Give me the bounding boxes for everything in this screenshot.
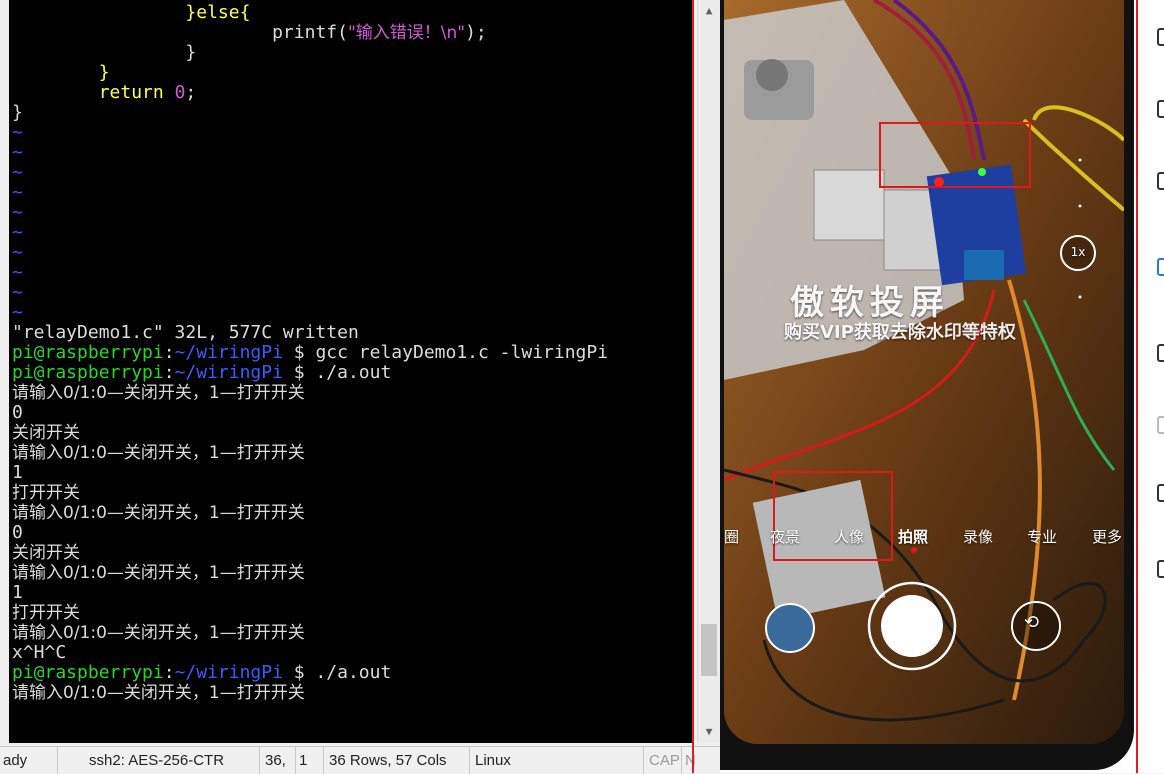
- camera-viewfinder[interactable]: 傲软投屏 购买VIP获取去除水印等特权 1x 圈 夜景 人像 拍照 录像 专业 …: [724, 0, 1124, 744]
- status-cipher: ssh2: AES-256-CTR: [86, 747, 260, 774]
- shell-prompt-line: pi@raspberrypi:~/wiringPi $ ./a.out: [12, 662, 392, 683]
- status-os: Linux: [472, 747, 644, 774]
- camera-mode-item[interactable]: 人像: [834, 526, 864, 547]
- vim-tilde-line: ~: [12, 202, 23, 223]
- program-prompt: 请输入0/1:0—关闭开关，1—打开开关: [12, 623, 305, 643]
- vim-tilde-line: ~: [12, 122, 23, 143]
- divider-line: [692, 0, 694, 773]
- vim-tilde-line: ~: [12, 162, 23, 183]
- vim-written-message: "relayDemo1.c" 32L, 577C written: [12, 322, 359, 343]
- gallery-thumbnail[interactable]: [766, 604, 814, 652]
- terminal-window[interactable]: }else{ printf("输入错误！\n"); } } return 0; …: [0, 0, 696, 743]
- shutter-button[interactable]: [872, 586, 952, 666]
- vim-tilde-line: ~: [12, 242, 23, 263]
- terminal-output: }else{ printf("输入错误！\n"); } } return 0; …: [12, 2, 692, 704]
- program-output: 关闭开关: [12, 423, 80, 443]
- camera-mode-item[interactable]: 圈: [724, 526, 739, 547]
- shell-prompt-line: pi@raspberrypi:~/wiringPi $ gcc relayDem…: [12, 342, 609, 363]
- vim-empty-lines: ~ ~ ~ ~ ~ ~ ~ ~ ~ ~: [12, 123, 692, 323]
- code-line: }else{: [185, 2, 251, 23]
- toolbar-icon[interactable]: [1157, 100, 1164, 118]
- user-input: 1: [12, 462, 23, 483]
- scroll-thumb[interactable]: [701, 623, 717, 676]
- camera-mode-item[interactable]: 录像: [963, 526, 993, 547]
- toolbar-icon[interactable]: [1157, 28, 1164, 46]
- vim-tilde-line: ~: [12, 262, 23, 283]
- toolbar-icon-active[interactable]: [1157, 258, 1164, 276]
- vim-tilde-line: ~: [12, 142, 23, 163]
- program-output: 打开开关: [12, 483, 80, 503]
- status-cursor-row: 36,: [262, 747, 296, 774]
- program-prompt: 请输入0/1:0—关闭开关，1—打开开关: [12, 503, 305, 523]
- terminal-screen[interactable]: }else{ printf("输入错误！\n"); } } return 0; …: [9, 0, 692, 743]
- status-bar: ady ssh2: AES-256-CTR 36, 1 36 Rows, 57 …: [0, 746, 720, 774]
- toolbar-icon[interactable]: [1157, 344, 1164, 362]
- vim-tilde-line: ~: [12, 282, 23, 303]
- phone-mirror-window: 傲软投屏 购买VIP获取去除水印等特权 1x 圈 夜景 人像 拍照 录像 专业 …: [720, 0, 1164, 773]
- camera-mode-item[interactable]: 夜景: [770, 526, 800, 547]
- vim-tilde-line: ~: [12, 222, 23, 243]
- program-prompt: 请输入0/1:0—关闭开关，1—打开开关: [12, 383, 305, 403]
- program-output: 打开开关: [12, 603, 80, 623]
- status-size: 36 Rows, 57 Cols: [326, 747, 470, 774]
- user-input: x^H^C: [12, 642, 67, 663]
- scroll-down-arrow-icon[interactable]: ▼: [698, 721, 720, 743]
- shell-prompt-line: pi@raspberrypi:~/wiringPi $ ./a.out: [12, 362, 392, 383]
- code-line: }: [98, 62, 110, 83]
- switch-camera-icon[interactable]: ⟲: [1024, 612, 1039, 633]
- status-caps: CAP: [646, 747, 682, 774]
- watermark-title: 傲软投屏: [790, 283, 950, 323]
- toolbar-icon[interactable]: [1157, 560, 1164, 578]
- status-ready: ady: [0, 747, 58, 774]
- program-prompt: 请输入0/1:0—关闭开关，1—打开开关: [12, 683, 305, 703]
- code-line: }: [12, 102, 23, 123]
- phone-frame: 傲软投屏 购买VIP获取去除水印等特权 1x 圈 夜景 人像 拍照 录像 专业 …: [720, 0, 1134, 770]
- scroll-up-arrow-icon[interactable]: ▲: [698, 0, 720, 22]
- toolbar-icon[interactable]: [1157, 416, 1164, 434]
- vim-tilde-line: ~: [12, 182, 23, 203]
- code-line: }: [185, 42, 197, 63]
- code-line: printf("输入错误！\n");: [272, 22, 487, 44]
- user-input: 0: [12, 522, 23, 543]
- toolbar-icon[interactable]: [1157, 172, 1164, 190]
- watermark-subtitle: 购买VIP获取去除水印等特权: [784, 322, 1016, 343]
- status-cursor-col: 1: [296, 747, 324, 774]
- camera-mode-item[interactable]: 更多: [1092, 526, 1122, 547]
- divider-line: [1136, 0, 1138, 773]
- toolbar-icon[interactable]: [1157, 484, 1164, 502]
- user-input: 0: [12, 402, 23, 423]
- program-output: 关闭开关: [12, 543, 80, 563]
- vim-tilde-line: ~: [12, 302, 23, 323]
- camera-mode-item[interactable]: 专业: [1027, 526, 1057, 547]
- program-prompt: 请输入0/1:0—关闭开关，1—打开开关: [12, 443, 305, 463]
- terminal-scrollbar[interactable]: ▲ ▼: [697, 0, 720, 743]
- camera-mode-item-active[interactable]: 拍照: [898, 526, 928, 547]
- user-input: 1: [12, 582, 23, 603]
- code-line: return 0;: [98, 82, 197, 103]
- zoom-button[interactable]: 1x: [1064, 245, 1092, 259]
- program-prompt: 请输入0/1:0—关闭开关，1—打开开关: [12, 563, 305, 583]
